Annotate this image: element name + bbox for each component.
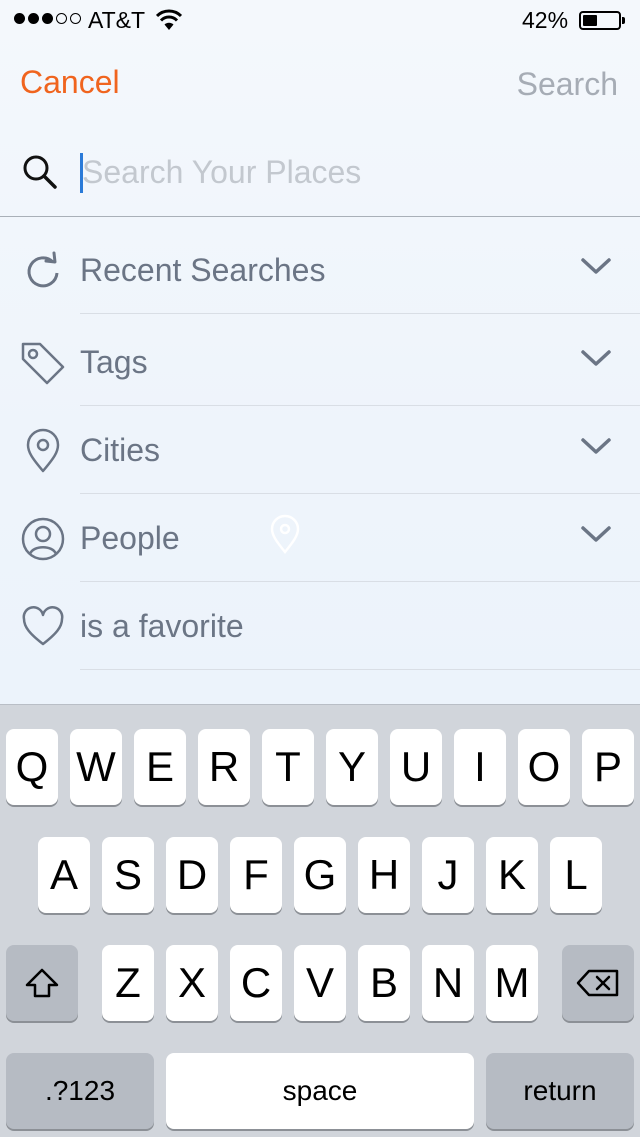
- key-e[interactable]: E: [134, 729, 186, 805]
- chevron-down-icon[interactable]: [580, 348, 612, 368]
- list-item-label: People: [80, 520, 180, 556]
- list-item-tags[interactable]: Tags: [0, 318, 640, 406]
- key-p[interactable]: P: [582, 729, 634, 805]
- heart-icon: [22, 606, 64, 646]
- keyboard: Q W E R T Y U I O P A S D F G H J K L Z …: [0, 704, 640, 1137]
- key-c[interactable]: C: [230, 945, 282, 1021]
- person-icon: [21, 517, 65, 561]
- key-b[interactable]: B: [358, 945, 410, 1021]
- key-q[interactable]: Q: [6, 729, 58, 805]
- background-pin-icon: [270, 514, 300, 554]
- wifi-icon: [156, 9, 182, 30]
- divider: [80, 313, 640, 314]
- battery-tip: [622, 17, 625, 24]
- refresh-icon: [27, 251, 59, 288]
- key-a[interactable]: A: [38, 837, 90, 913]
- battery-icon: [579, 11, 621, 30]
- key-r[interactable]: R: [198, 729, 250, 805]
- key-w[interactable]: W: [70, 729, 122, 805]
- divider: [80, 669, 640, 670]
- search-icon: [23, 155, 57, 189]
- key-v[interactable]: V: [294, 945, 346, 1021]
- backspace-icon: [576, 969, 619, 997]
- delete-key[interactable]: [562, 945, 634, 1021]
- status-bar: AT&T 42%: [0, 0, 640, 40]
- key-n[interactable]: N: [422, 945, 474, 1021]
- chevron-down-icon[interactable]: [580, 436, 612, 456]
- shift-key[interactable]: [6, 945, 78, 1021]
- space-key[interactable]: space: [166, 1053, 474, 1129]
- shift-icon: [25, 968, 59, 998]
- key-l[interactable]: L: [550, 837, 602, 913]
- key-f[interactable]: F: [230, 837, 282, 913]
- cellular-signal-icon: [14, 13, 81, 24]
- cancel-button[interactable]: Cancel: [20, 64, 120, 101]
- key-o[interactable]: O: [518, 729, 570, 805]
- search-field[interactable]: Search Your Places: [0, 130, 640, 217]
- key-d[interactable]: D: [166, 837, 218, 913]
- location-pin-icon: [26, 428, 60, 473]
- list-item-label: Tags: [80, 344, 148, 380]
- key-s[interactable]: S: [102, 837, 154, 913]
- search-input[interactable]: Search Your Places: [82, 154, 361, 191]
- chevron-down-icon[interactable]: [580, 256, 612, 276]
- list-item-people[interactable]: People: [0, 494, 640, 582]
- numbers-key[interactable]: .?123: [6, 1053, 154, 1129]
- key-u[interactable]: U: [390, 729, 442, 805]
- carrier-name: AT&T: [88, 7, 146, 33]
- list-item-label: Recent Searches: [80, 252, 326, 288]
- key-g[interactable]: G: [294, 837, 346, 913]
- list-item-label: is a favorite: [80, 608, 244, 644]
- battery-percentage: 42%: [522, 7, 569, 33]
- chevron-down-icon[interactable]: [580, 524, 612, 544]
- return-key[interactable]: return: [486, 1053, 634, 1129]
- list-item-favorite[interactable]: is a favorite: [0, 582, 640, 670]
- list-item-label: Cities: [80, 432, 161, 468]
- key-i[interactable]: I: [454, 729, 506, 805]
- tag-icon: [21, 342, 65, 385]
- key-j[interactable]: J: [422, 837, 474, 913]
- key-y[interactable]: Y: [326, 729, 378, 805]
- list-item-recent-searches[interactable]: Recent Searches: [0, 226, 640, 314]
- key-k[interactable]: K: [486, 837, 538, 913]
- list-item-cities[interactable]: Cities: [0, 406, 640, 494]
- key-t[interactable]: T: [262, 729, 314, 805]
- search-button[interactable]: Search: [517, 66, 618, 103]
- key-h[interactable]: H: [358, 837, 410, 913]
- key-m[interactable]: M: [486, 945, 538, 1021]
- key-z[interactable]: Z: [102, 945, 154, 1021]
- key-x[interactable]: X: [166, 945, 218, 1021]
